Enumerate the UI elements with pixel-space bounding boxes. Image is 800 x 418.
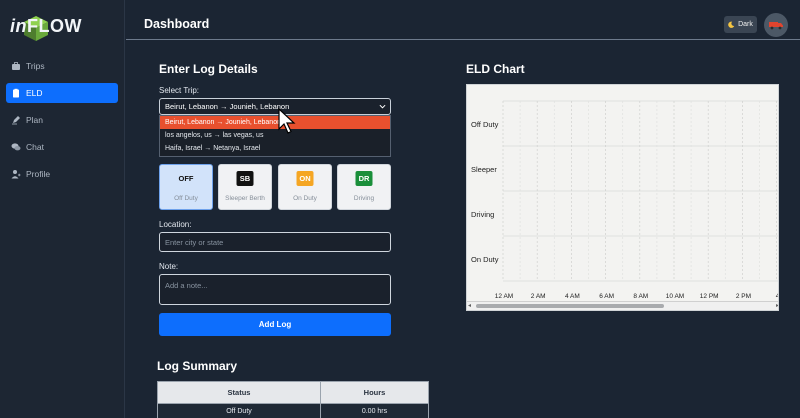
status-card-sleeper-berth[interactable]: SB Sleeper Berth bbox=[218, 164, 272, 210]
logo-text: inFLOW bbox=[10, 16, 82, 37]
sidebar-item-trips[interactable]: Trips bbox=[6, 56, 118, 76]
status-code: DR bbox=[355, 171, 373, 186]
sidebar-item-label: Plan bbox=[26, 115, 44, 125]
location-label: Location: bbox=[159, 220, 192, 229]
chart-scrollbar[interactable]: ◂ ▸ bbox=[467, 301, 778, 310]
top-header: Dashboard Dark bbox=[126, 0, 800, 40]
sidebar: inFLOW Trips ELD Plan Chat Profile bbox=[0, 0, 125, 418]
chevron-down-icon bbox=[379, 104, 386, 109]
truck-icon bbox=[769, 22, 783, 30]
status-name: Sleeper Berth bbox=[225, 195, 265, 202]
sidebar-nav: Trips ELD Plan Chat Profile bbox=[6, 56, 118, 191]
time-label: 4 AM bbox=[565, 293, 580, 300]
sidebar-item-eld[interactable]: ELD bbox=[6, 83, 118, 103]
trip-option[interactable]: los angelos, us → las vegas, us bbox=[160, 129, 390, 142]
status-code: ON bbox=[296, 171, 314, 186]
row-hours: 0.00 hrs bbox=[320, 403, 429, 418]
avatar[interactable] bbox=[764, 13, 788, 37]
column-header-hours: Hours bbox=[320, 381, 429, 404]
note-label: Note: bbox=[159, 262, 179, 271]
clipboard-icon bbox=[11, 88, 21, 98]
status-card-off-duty[interactable]: OFF Off Duty bbox=[159, 164, 213, 210]
status-card-on-duty[interactable]: ON On Duty bbox=[278, 164, 332, 210]
status-code: OFF bbox=[176, 171, 196, 186]
moon-icon bbox=[728, 21, 735, 28]
eld-chart: Off Duty Sleeper Driving On Duty 12 AM 2 AM 4… bbox=[466, 84, 779, 311]
status-name: On Duty bbox=[293, 195, 317, 202]
sidebar-item-label: ELD bbox=[26, 88, 43, 98]
form-title: Enter Log Details bbox=[159, 62, 258, 76]
trip-dropdown: Beirut, Lebanon → Jounieh, Lebanon los a… bbox=[159, 115, 391, 157]
time-label: 10 AM bbox=[666, 293, 684, 300]
row-status: Off Duty bbox=[157, 403, 321, 418]
add-log-button[interactable]: Add Log bbox=[159, 313, 391, 336]
eld-grid-svg: Off Duty Sleeper Driving On Duty 12 AM 2 AM 4… bbox=[471, 100, 779, 300]
row-label: Sleeper bbox=[471, 165, 497, 174]
logo-suffix: FLOW bbox=[27, 16, 82, 36]
time-label: 8 AM bbox=[633, 293, 648, 300]
pen-icon bbox=[11, 115, 21, 125]
scroll-right-arrow[interactable]: ▸ bbox=[776, 302, 778, 310]
row-label: Off Duty bbox=[471, 120, 499, 129]
theme-toggle-button[interactable]: Dark bbox=[724, 16, 757, 33]
logo-prefix: in bbox=[10, 16, 27, 36]
status-card-driving[interactable]: DR Driving bbox=[337, 164, 391, 210]
time-label: 12 PM bbox=[700, 293, 719, 300]
row-label: On Duty bbox=[471, 255, 499, 264]
summary-title: Log Summary bbox=[157, 359, 238, 373]
sidebar-item-label: Profile bbox=[26, 169, 51, 179]
status-name: Driving bbox=[353, 195, 375, 202]
trip-select[interactable]: Beirut, Lebanon → Jounieh, Lebanon bbox=[159, 98, 391, 115]
summary-table: Status Hours Off Duty 0.00 hrs bbox=[157, 381, 429, 418]
user-icon bbox=[11, 169, 21, 179]
mouse-cursor-icon bbox=[278, 108, 296, 134]
table-row: Off Duty 0.00 hrs bbox=[157, 403, 429, 418]
suitcase-icon bbox=[11, 61, 21, 71]
scroll-left-arrow[interactable]: ◂ bbox=[468, 302, 471, 310]
status-selector: OFF Off Duty SB Sleeper Berth ON On Duty… bbox=[159, 164, 392, 210]
chat-icon bbox=[11, 142, 21, 152]
note-textarea[interactable]: Add a note... bbox=[159, 274, 391, 305]
scroll-thumb[interactable] bbox=[476, 304, 664, 308]
sidebar-item-label: Chat bbox=[26, 142, 44, 152]
time-label: 6 AM bbox=[599, 293, 614, 300]
sidebar-item-chat[interactable]: Chat bbox=[6, 137, 118, 157]
trip-select-value: Beirut, Lebanon → Jounieh, Lebanon bbox=[165, 102, 290, 111]
time-label: 12 AM bbox=[495, 293, 513, 300]
chart-title: ELD Chart bbox=[466, 62, 525, 76]
time-label: 2 PM bbox=[736, 293, 751, 300]
status-name: Off Duty bbox=[174, 195, 198, 202]
time-label: 4 bbox=[776, 293, 779, 300]
page-title: Dashboard bbox=[144, 17, 210, 31]
sidebar-item-plan[interactable]: Plan bbox=[6, 110, 118, 130]
trip-label: Select Trip: bbox=[159, 86, 200, 95]
row-label: Driving bbox=[471, 210, 494, 219]
time-label: 2 AM bbox=[531, 293, 546, 300]
status-code: SB bbox=[236, 171, 254, 186]
theme-toggle-label: Dark bbox=[738, 21, 753, 28]
sidebar-item-profile[interactable]: Profile bbox=[6, 164, 118, 184]
location-input[interactable]: Enter city or state bbox=[159, 232, 391, 252]
sidebar-item-label: Trips bbox=[26, 61, 45, 71]
column-header-status: Status bbox=[157, 381, 321, 404]
trip-option[interactable]: Haifa, Israel → Netanya, Israel bbox=[160, 142, 390, 155]
app-logo[interactable]: inFLOW bbox=[8, 10, 118, 44]
trip-option[interactable]: Beirut, Lebanon → Jounieh, Lebanon bbox=[160, 116, 390, 129]
